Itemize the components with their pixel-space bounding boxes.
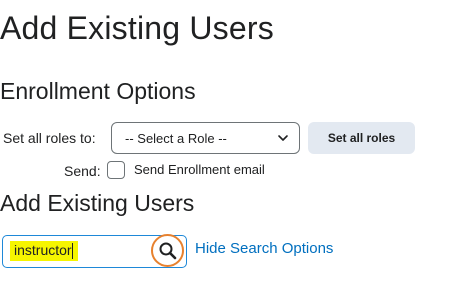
search-icon[interactable] — [157, 240, 179, 262]
role-select-value: -- Select a Role -- — [125, 130, 227, 146]
hide-search-options-link[interactable]: Hide Search Options — [195, 240, 333, 257]
add-existing-users-heading: Add Existing Users — [0, 190, 195, 216]
set-all-roles-label: Set all roles to: — [3, 130, 96, 146]
set-all-roles-button[interactable]: Set all roles — [308, 122, 415, 154]
send-enrollment-email-label[interactable]: Send Enrollment email — [134, 162, 265, 177]
enrollment-options-heading: Enrollment Options — [0, 78, 196, 104]
send-label: Send: — [64, 163, 101, 179]
chevron-down-icon — [278, 135, 288, 141]
send-enrollment-email-checkbox[interactable] — [107, 161, 125, 179]
search-input-value[interactable]: instructor — [14, 242, 72, 258]
text-cursor — [72, 243, 73, 259]
role-select[interactable]: -- Select a Role -- — [111, 122, 300, 154]
page-title: Add Existing Users — [0, 10, 274, 46]
